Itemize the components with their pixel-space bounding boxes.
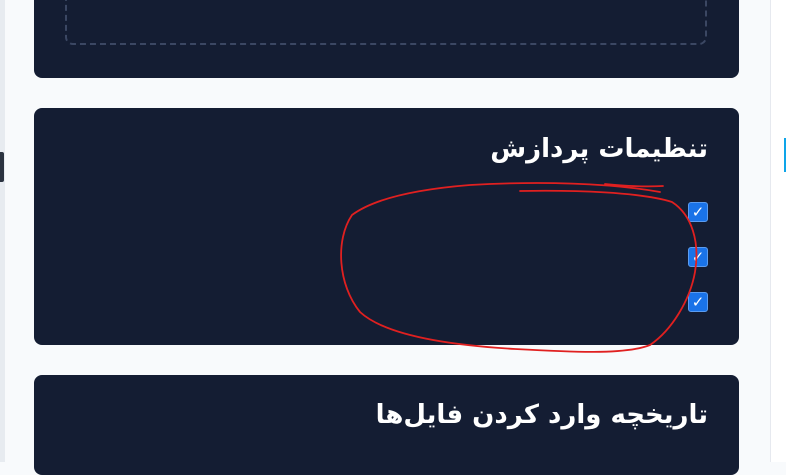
file-dropzone[interactable]: [65, 0, 707, 45]
checkmark-icon: ✓: [691, 247, 705, 266]
checkmark-icon: ✓: [691, 202, 705, 221]
processing-settings-card: تنظیمات پردازش ✓ ✓ ✓: [34, 108, 739, 345]
import-history-title: تاریخچه وارد کردن فایل‌ها: [375, 400, 708, 430]
sidebar-toggle-handle[interactable]: [0, 152, 4, 182]
processing-option-3[interactable]: ✓: [678, 291, 708, 313]
processing-settings-title: تنظیمات پردازش: [490, 134, 708, 164]
upload-card: [34, 0, 739, 78]
processing-option-2[interactable]: ✓: [678, 246, 708, 268]
import-history-card: تاریخچه وارد کردن فایل‌ها: [34, 375, 739, 475]
option-2-checkbox[interactable]: ✓: [688, 247, 708, 267]
processing-option-1[interactable]: ✓: [678, 201, 708, 223]
right-side-panel: [770, 0, 786, 462]
option-3-checkbox[interactable]: ✓: [688, 292, 708, 312]
checkmark-icon: ✓: [691, 292, 705, 311]
left-sidebar-edge: [0, 0, 5, 462]
option-1-checkbox[interactable]: ✓: [688, 202, 708, 222]
